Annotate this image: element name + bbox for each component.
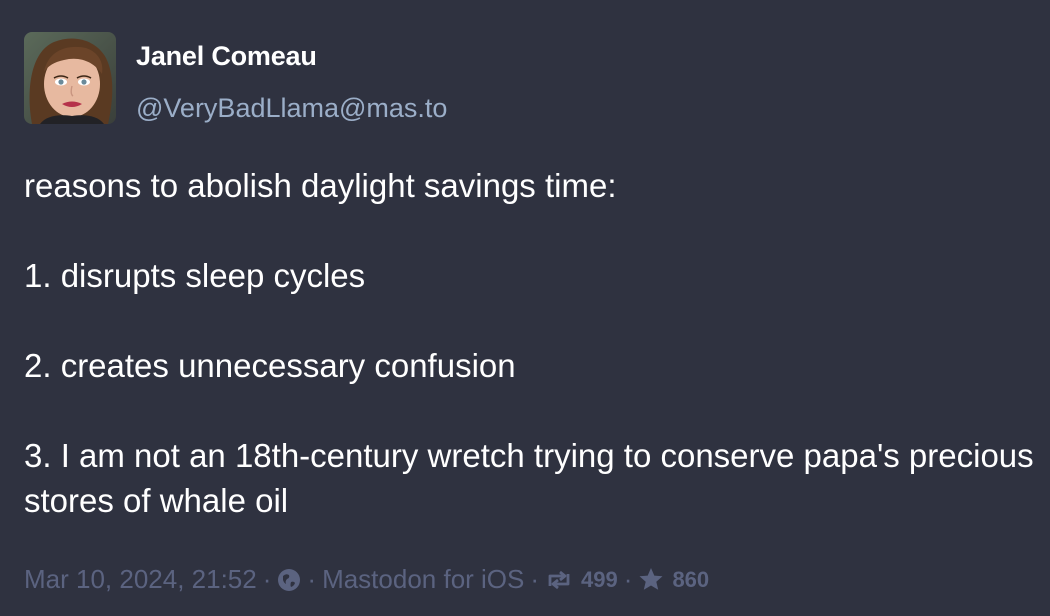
post-timestamp[interactable]: Mar 10, 2024, 21:52 — [24, 564, 257, 595]
post-card: Janel Comeau @VeryBadLlama@mas.to reason… — [0, 0, 1050, 616]
boost-count: 499 — [581, 566, 618, 592]
display-name[interactable]: Janel Comeau — [136, 40, 447, 72]
account-handle[interactable]: @VeryBadLlama@mas.to — [136, 92, 447, 124]
author-names: Janel Comeau @VeryBadLlama@mas.to — [136, 40, 447, 124]
avatar[interactable] — [24, 32, 116, 124]
meta-separator: · — [307, 564, 317, 594]
post-header: Janel Comeau @VeryBadLlama@mas.to — [24, 32, 447, 124]
star-icon[interactable] — [638, 567, 664, 592]
boost-icon[interactable] — [545, 569, 573, 591]
meta-separator: · — [530, 564, 540, 594]
favourite-count: 860 — [672, 566, 710, 592]
application-name[interactable]: Mastodon for iOS — [322, 564, 524, 595]
post-meta: Mar 10, 2024, 21:52 · · Mastodon for iOS… — [24, 564, 709, 595]
post-line: reasons to abolish daylight savings time… — [24, 167, 617, 204]
post-line: 1. disrupts sleep cycles — [24, 257, 366, 294]
meta-separator: · — [623, 564, 633, 594]
post-content: reasons to abolish daylight savings time… — [24, 163, 1034, 523]
globe-icon — [277, 568, 301, 592]
post-line: 3. I am not an 18th-century wretch tryin… — [24, 437, 1034, 519]
meta-separator: · — [262, 564, 272, 594]
post-line: 2. creates unnecessary confusion — [24, 347, 516, 384]
